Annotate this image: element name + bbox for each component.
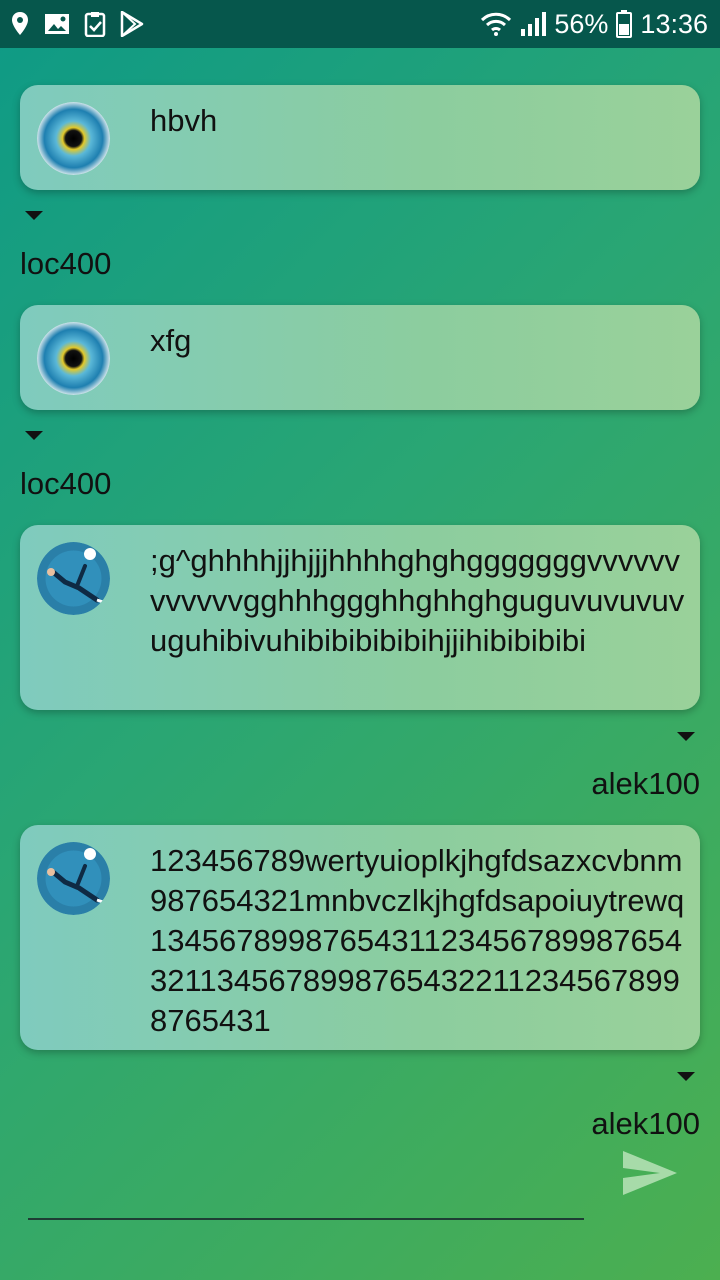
sender-name: alek100: [591, 1106, 700, 1141]
message-bubble[interactable]: hbvh: [20, 85, 700, 190]
location-icon: [10, 11, 30, 37]
message-text: hbvh: [150, 103, 218, 138]
sender-name: loc400: [20, 246, 112, 281]
message-input[interactable]: [28, 1150, 588, 1216]
soccer-player-avatar[interactable]: [37, 542, 110, 615]
message-tail-caret: [677, 1072, 695, 1081]
signal-icon: [520, 11, 547, 37]
battery-icon: [616, 10, 633, 38]
system-status: 56% 13:36: [480, 0, 708, 48]
message-tail-caret: [677, 732, 695, 741]
message-tail-caret: [25, 211, 43, 220]
send-button[interactable]: [620, 1148, 686, 1204]
play-store-icon: [120, 11, 144, 37]
input-underline: [28, 1218, 584, 1220]
clock: 13:36: [640, 8, 708, 39]
message-bubble[interactable]: xfg: [20, 305, 700, 410]
chat-list[interactable]: loc400 hbvh loc400: [0, 0, 720, 1150]
soccer-player-avatar[interactable]: [37, 842, 110, 915]
message-text: ;g^ghhhhjjhjjjhhhhghghgggggggvvvvvvvvvvv…: [150, 543, 685, 658]
message-text: 123456789wertyuioplkjhgfdsazxcvbnm987654…: [150, 843, 685, 1038]
send-icon: [623, 1151, 677, 1195]
wifi-icon: [480, 11, 512, 37]
notification-icons: [10, 0, 144, 48]
message-bubble[interactable]: ;g^ghhhhjjhjjjhhhhghghgggggggvvvvvvvvvvv…: [20, 525, 700, 710]
sender-name: alek100: [591, 766, 700, 801]
clipboard-check-icon: [84, 11, 106, 37]
status-bar: 56% 13:36: [0, 0, 720, 48]
message-bubble[interactable]: 123456789wertyuioplkjhgfdsazxcvbnm987654…: [20, 825, 700, 1050]
message-text: xfg: [150, 323, 192, 358]
eye-avatar[interactable]: [37, 322, 110, 395]
battery-percent: 56%: [554, 8, 609, 39]
message-composer: [28, 1150, 588, 1220]
eye-avatar[interactable]: [37, 102, 110, 175]
image-icon: [44, 12, 70, 36]
sender-name: loc400: [20, 466, 112, 501]
message-tail-caret: [25, 431, 43, 440]
